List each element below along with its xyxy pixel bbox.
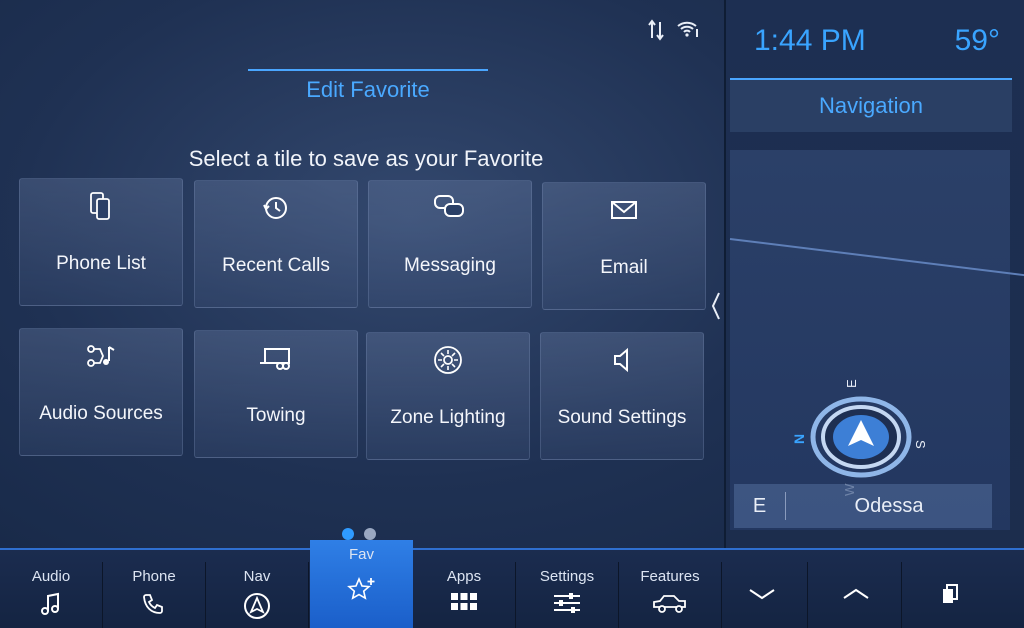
tile-label: Phone List — [56, 253, 146, 274]
tile-zone-lighting[interactable]: Zone Lighting — [366, 332, 530, 460]
navigation-panel-title[interactable]: Navigation — [730, 80, 1012, 132]
compass: E S N W — [791, 379, 928, 496]
sync-screen: Edit Favorite Select a tile to save as y… — [0, 0, 1024, 628]
recent-calls-icon — [195, 193, 357, 223]
nav-phone[interactable]: Phone — [103, 562, 206, 628]
map-road — [729, 238, 1024, 277]
side-panel: 1:44 PM 59° Navigation E S N W E Odessa — [724, 0, 1024, 548]
apps-grid-icon — [413, 592, 515, 612]
copy-icon — [941, 583, 959, 610]
title-underline — [248, 69, 488, 71]
tile-label: Sound Settings — [557, 407, 687, 428]
sliders-icon — [516, 592, 618, 614]
music-note-icon — [0, 592, 102, 616]
heading-direction: E — [734, 492, 786, 520]
collapse-panel-chevron-icon[interactable] — [710, 290, 722, 322]
zone-lighting-icon — [367, 345, 529, 375]
tile-label: Email — [600, 257, 648, 278]
nav-nav[interactable]: Nav — [206, 562, 309, 628]
nav-audio[interactable]: Audio — [0, 562, 103, 628]
compass-letter-n: N — [791, 434, 807, 444]
phone-icon — [103, 592, 205, 616]
nav-apps-label: Apps — [446, 568, 482, 585]
compass-letter-e: E — [844, 379, 859, 388]
favorites-panel: Edit Favorite Select a tile to save as y… — [0, 0, 722, 548]
page-dot-1[interactable] — [342, 528, 354, 540]
tile-label: Towing — [246, 405, 306, 426]
phone-list-icon — [20, 191, 182, 221]
data-transfer-icon — [648, 18, 664, 42]
copy-button[interactable] — [904, 562, 996, 628]
audio-sources-icon — [20, 341, 182, 371]
tile-towing[interactable]: Towing — [194, 330, 358, 458]
tile-label: Zone Lighting — [390, 407, 506, 428]
nav-fav[interactable]: Fav — [310, 540, 413, 628]
nav-features-label: Features — [640, 568, 700, 585]
street-info: E Odessa — [734, 484, 992, 528]
nav-audio-label: Audio — [31, 568, 71, 585]
tile-label: Audio Sources — [39, 403, 163, 424]
instruction-text: Select a tile to save as your Favorite — [188, 146, 544, 171]
scroll-up-button[interactable] — [810, 562, 902, 628]
tile-recent-calls[interactable]: Recent Calls — [194, 180, 358, 308]
scroll-down-button[interactable] — [716, 562, 808, 628]
star-plus-icon — [310, 576, 413, 602]
tile-phone-list[interactable]: Phone List — [19, 178, 183, 306]
nav-fav-label: Fav — [348, 546, 374, 563]
sound-settings-icon — [541, 345, 703, 375]
tile-audio-sources[interactable]: Audio Sources — [19, 328, 183, 456]
nav-nav-label: Nav — [243, 568, 271, 585]
clock: 1:44 PM — [754, 24, 866, 57]
messaging-icon — [369, 193, 531, 223]
towing-icon — [195, 343, 357, 373]
tile-email[interactable]: Email — [542, 182, 706, 310]
nav-settings[interactable]: Settings — [516, 562, 619, 628]
mini-map[interactable]: E S N W E Odessa — [729, 150, 1024, 530]
bottom-nav-bar: Audio Phone Nav Fav Apps Settings Featur… — [0, 540, 1024, 628]
tile-label: Messaging — [404, 255, 496, 276]
page-indicator — [342, 528, 376, 540]
street-name: Odessa — [854, 494, 924, 517]
compass-letter-s: S — [913, 440, 928, 449]
status-bar — [648, 18, 700, 42]
tile-sound-settings[interactable]: Sound Settings — [540, 332, 704, 460]
navigation-icon — [206, 592, 308, 620]
nav-phone-label: Phone — [132, 568, 176, 585]
chevron-up-icon — [842, 587, 870, 606]
wifi-icon — [676, 18, 700, 42]
nav-features[interactable]: Features — [619, 562, 722, 628]
chevron-down-icon — [748, 587, 776, 606]
truck-icon — [619, 592, 721, 614]
nav-apps[interactable]: Apps — [413, 562, 516, 628]
tile-label: Recent Calls — [222, 255, 330, 276]
outside-temperature: 59° — [954, 24, 1000, 57]
page-title: Edit Favorite — [306, 77, 430, 102]
email-icon — [543, 195, 705, 225]
page-dot-2[interactable] — [364, 528, 376, 540]
nav-settings-label: Settings — [539, 568, 595, 585]
tile-messaging[interactable]: Messaging — [368, 180, 532, 308]
